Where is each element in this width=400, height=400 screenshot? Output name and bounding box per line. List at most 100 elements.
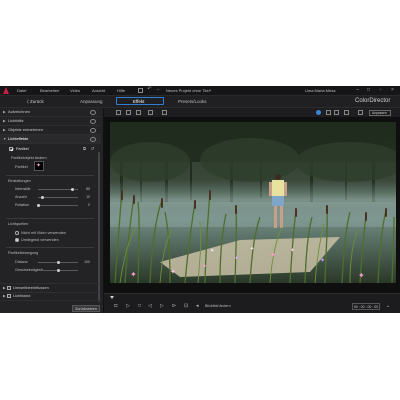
menu-edit[interactable]: Bearbeiten — [40, 88, 59, 93]
particle-object-swatch[interactable]: ✦ — [34, 161, 44, 171]
user-name[interactable]: Uma Maria Mesa — [305, 88, 335, 93]
divider — [6, 218, 94, 219]
effect-name: Partikel — [16, 147, 29, 151]
slider-handle[interactable] — [40, 196, 44, 199]
slider-value[interactable]: 100 — [80, 260, 90, 264]
slider-label: Intensität — [15, 187, 31, 191]
slider-track[interactable] — [38, 205, 78, 206]
slider-handle[interactable] — [36, 204, 40, 207]
fullscreen-icon[interactable] — [344, 110, 349, 115]
slider-value[interactable]: 10 — [80, 195, 90, 199]
slider-label: Distanz — [15, 260, 28, 264]
mode-label[interactable]: Blickfeld ändern — [205, 304, 231, 308]
section-checkbox[interactable] — [7, 294, 11, 298]
svg-text:✦: ✦ — [250, 246, 254, 252]
svg-text:✦: ✦ — [320, 257, 325, 264]
source-option-radio[interactable] — [15, 238, 19, 242]
effect-enable-checkbox[interactable] — [9, 147, 13, 151]
restore-button[interactable]: ▫ — [377, 87, 384, 94]
volume-icon[interactable]: ◂ — [196, 303, 199, 309]
coloredirector-window: Datei Bearbeiten Video Ansicht Hilfe ↶ →… — [0, 86, 400, 313]
menu-bar: Datei Bearbeiten Video Ansicht Hilfe ↶ →… — [0, 86, 400, 96]
back-label: Zurück — [30, 99, 44, 104]
section-checkbox[interactable] — [7, 286, 11, 290]
video-preview-frame[interactable]: ✦ ✦ ✦ ✦ ✦ ✦ ✦ ✦ ✦ ✦ — [110, 122, 396, 283]
expand-arrow-icon: ▶ — [3, 128, 6, 132]
timecode[interactable]: 00 : 00 : 00 : 00 — [352, 303, 380, 310]
tab-presets[interactable]: Presets/Looks — [178, 99, 207, 104]
skip-icon[interactable]: ⊳ — [172, 303, 176, 309]
crop-tool-icon[interactable] — [126, 110, 131, 115]
snapshot-icon[interactable] — [148, 110, 153, 115]
zoom-dropdown[interactable]: Anpassen — [369, 109, 391, 116]
slider-track[interactable] — [38, 197, 78, 198]
reset-icon[interactable]: ↺ — [89, 145, 96, 152]
sparkle-icon: ✦ — [36, 163, 42, 169]
reset-button[interactable]: Zurücksetzen — [72, 305, 100, 312]
svg-text:✦: ✦ — [202, 263, 207, 270]
menu-view[interactable]: Ansicht — [92, 88, 105, 93]
back-button[interactable]: ⟨ Zurück — [27, 99, 44, 105]
divider — [6, 175, 94, 176]
redo-icon[interactable]: → — [154, 86, 161, 93]
mask-tool-icon[interactable] — [136, 110, 141, 115]
effects-panel: ▶ Aufzeichnen ▶ Lichtblitz ▶ Objekte entneh… — [0, 108, 104, 313]
collapse-arrow-icon: ▼ — [3, 137, 7, 141]
preview-toolbar: Anpassen — [104, 108, 400, 117]
grid-icon[interactable] — [358, 110, 363, 115]
snapshot-frame-icon[interactable]: ⊡ — [184, 303, 188, 309]
slider-handle[interactable] — [56, 261, 60, 264]
menu-video[interactable]: Video — [70, 88, 80, 93]
svg-text:✦: ✦ — [290, 247, 295, 254]
section-header[interactable]: ▶ Lichtband — [0, 292, 101, 301]
maximize-button[interactable]: □ — [365, 87, 372, 94]
divider — [6, 247, 94, 248]
next-frame-icon[interactable]: ▷ — [160, 303, 164, 309]
stop-icon[interactable]: □ — [138, 303, 141, 309]
compare-icon[interactable] — [162, 110, 167, 115]
tab-adjustment[interactable]: Anpassung — [80, 99, 103, 104]
minimize-button[interactable]: – — [354, 87, 361, 94]
mark-in-icon[interactable]: ⊏ — [114, 303, 118, 309]
document-title: Neues Projekt ohne Titel* — [166, 87, 212, 93]
slider-value[interactable]: 85 — [80, 187, 90, 191]
play-icon[interactable]: ▷ — [126, 303, 130, 309]
timeline-playhead[interactable] — [110, 296, 114, 299]
svg-text:✦: ✦ — [170, 268, 176, 276]
section-header[interactable]: ▶ Objekte entnehmen — [0, 126, 101, 135]
slider-handle[interactable] — [56, 269, 60, 272]
eye-icon[interactable] — [90, 119, 96, 124]
eye-icon[interactable] — [90, 128, 96, 133]
source-option-label: Nicht mit Video verwenden — [21, 231, 67, 235]
settings-heading: Einstellungen — [8, 179, 31, 183]
undo-icon[interactable]: ↶ — [146, 86, 153, 93]
eye-icon[interactable] — [90, 110, 96, 115]
menu-file[interactable]: Datei — [17, 88, 26, 93]
svg-text:✦: ✦ — [210, 248, 214, 254]
section-header[interactable]: ▶ Aufzeichnen — [0, 108, 101, 117]
source-option-radio[interactable] — [15, 231, 19, 235]
toggle-preview-icon[interactable] — [316, 110, 321, 115]
close-button[interactable]: × — [389, 87, 396, 94]
slider-value[interactable]: 0 — [80, 203, 90, 207]
tab-effect[interactable]: Effekt — [133, 99, 144, 104]
module-bar: ⟨ Zurück Anpassung Effekt Presets/Looks … — [0, 96, 400, 108]
duplicate-icon[interactable]: ⧉ — [81, 145, 88, 152]
settings-icon[interactable] — [138, 87, 143, 93]
eye-icon[interactable] — [90, 137, 96, 142]
section-header-open[interactable]: ▼ Lichteffekte — [0, 135, 101, 144]
panel-scrollbar[interactable] — [98, 152, 100, 302]
select-tool-icon[interactable] — [116, 110, 121, 115]
video-frame-image: ✦ ✦ ✦ ✦ ✦ ✦ ✦ ✦ ✦ ✦ — [110, 122, 396, 283]
slider-handle[interactable] — [70, 188, 74, 191]
section-header[interactable]: ▶ Lichtblitz — [0, 117, 101, 126]
side-by-side-icon[interactable] — [334, 110, 339, 115]
svg-text:✦: ✦ — [130, 270, 137, 279]
preview-stage: ✦ ✦ ✦ ✦ ✦ ✦ ✦ ✦ ✦ ✦ — [104, 117, 400, 293]
menu-help[interactable]: Hilfe — [117, 88, 125, 93]
expand-arrow-icon: ▶ — [3, 110, 6, 114]
slider-label: Anzahl — [15, 195, 27, 199]
previous-frame-icon[interactable]: ◁ — [148, 303, 152, 309]
timecode-options-icon[interactable]: ⌄ — [386, 303, 390, 309]
split-view-icon[interactable] — [326, 110, 331, 115]
